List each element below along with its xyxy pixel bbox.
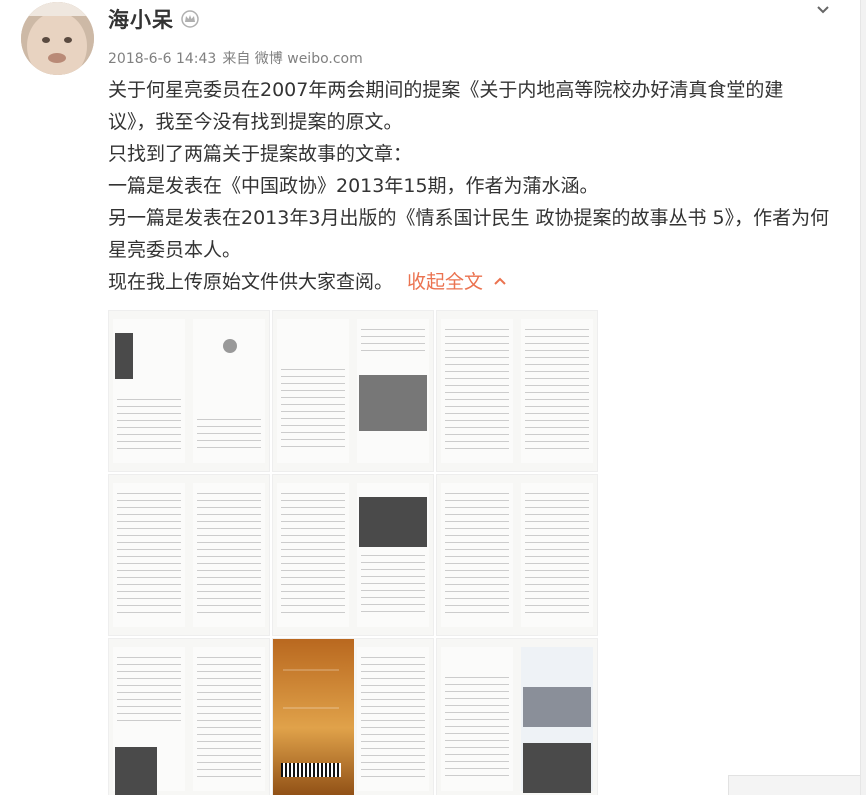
post-paragraph: 一篇是发表在《中国政协》2013年15期，作者为蒲水涵。 xyxy=(108,175,599,197)
username[interactable]: 海小呆 xyxy=(108,4,174,34)
document-page xyxy=(521,647,593,793)
crown-icon xyxy=(181,10,199,28)
post-paragraph-text: 现在我上传原始文件供大家查阅。 xyxy=(108,271,394,293)
document-page xyxy=(521,483,593,627)
post-paragraph: 另一篇是发表在2013年3月出版的《情系国计民生 政协提案的故事丛书 5》，作者… xyxy=(108,207,830,261)
image-grid xyxy=(108,310,598,795)
post-source: 来自 微博 weibo.com xyxy=(222,51,363,67)
document-page xyxy=(521,319,593,463)
image-thumb-7[interactable] xyxy=(108,638,270,795)
post-paragraph-last: 现在我上传原始文件供大家查阅。 收起全文 xyxy=(108,266,830,298)
post-timestamp[interactable]: 2018-6-6 14:43 xyxy=(108,51,216,67)
post-meta: 2018-6-6 14:43 来自 微博 weibo.com xyxy=(108,48,369,68)
image-thumb-4[interactable] xyxy=(108,474,270,636)
avatar[interactable] xyxy=(21,2,94,75)
document-page xyxy=(193,483,265,627)
image-thumb-6[interactable] xyxy=(436,474,598,636)
barcode-icon xyxy=(281,763,341,777)
document-page xyxy=(441,647,513,791)
post-paragraph: 只找到了两篇关于提案故事的文章： xyxy=(108,143,413,165)
image-thumb-3[interactable] xyxy=(436,310,598,472)
document-page xyxy=(357,319,429,463)
image-thumb-9[interactable] xyxy=(436,638,598,795)
post-paragraph: 关于何星亮委员在2007年两会期间的提案《关于内地高等院校办好清真食堂的建议》，… xyxy=(108,79,784,133)
collapse-label: 收起全文 xyxy=(407,271,484,293)
document-page xyxy=(441,319,513,463)
document-page xyxy=(193,647,265,791)
document-page xyxy=(113,647,185,795)
image-thumb-8[interactable] xyxy=(272,638,434,795)
document-page xyxy=(113,483,185,627)
floating-toolbar[interactable] xyxy=(728,775,860,795)
document-page xyxy=(357,647,429,791)
book-cover xyxy=(273,639,354,795)
document-page xyxy=(113,319,185,463)
chevron-up-icon xyxy=(494,277,506,285)
page-scrollbar[interactable] xyxy=(860,0,866,795)
post-content: 关于何星亮委员在2007年两会期间的提案《关于内地高等院校办好清真食堂的建议》，… xyxy=(108,74,830,298)
document-page xyxy=(441,483,513,627)
image-thumb-2[interactable] xyxy=(272,310,434,472)
dropdown-chevron-icon[interactable] xyxy=(816,2,830,16)
image-thumb-5[interactable] xyxy=(272,474,434,636)
document-page xyxy=(193,319,265,463)
document-page xyxy=(357,483,429,627)
collapse-full-text-link[interactable]: 收起全文 xyxy=(407,271,507,293)
document-page xyxy=(277,319,349,463)
document-page xyxy=(277,483,349,627)
image-thumb-1[interactable] xyxy=(108,310,270,472)
